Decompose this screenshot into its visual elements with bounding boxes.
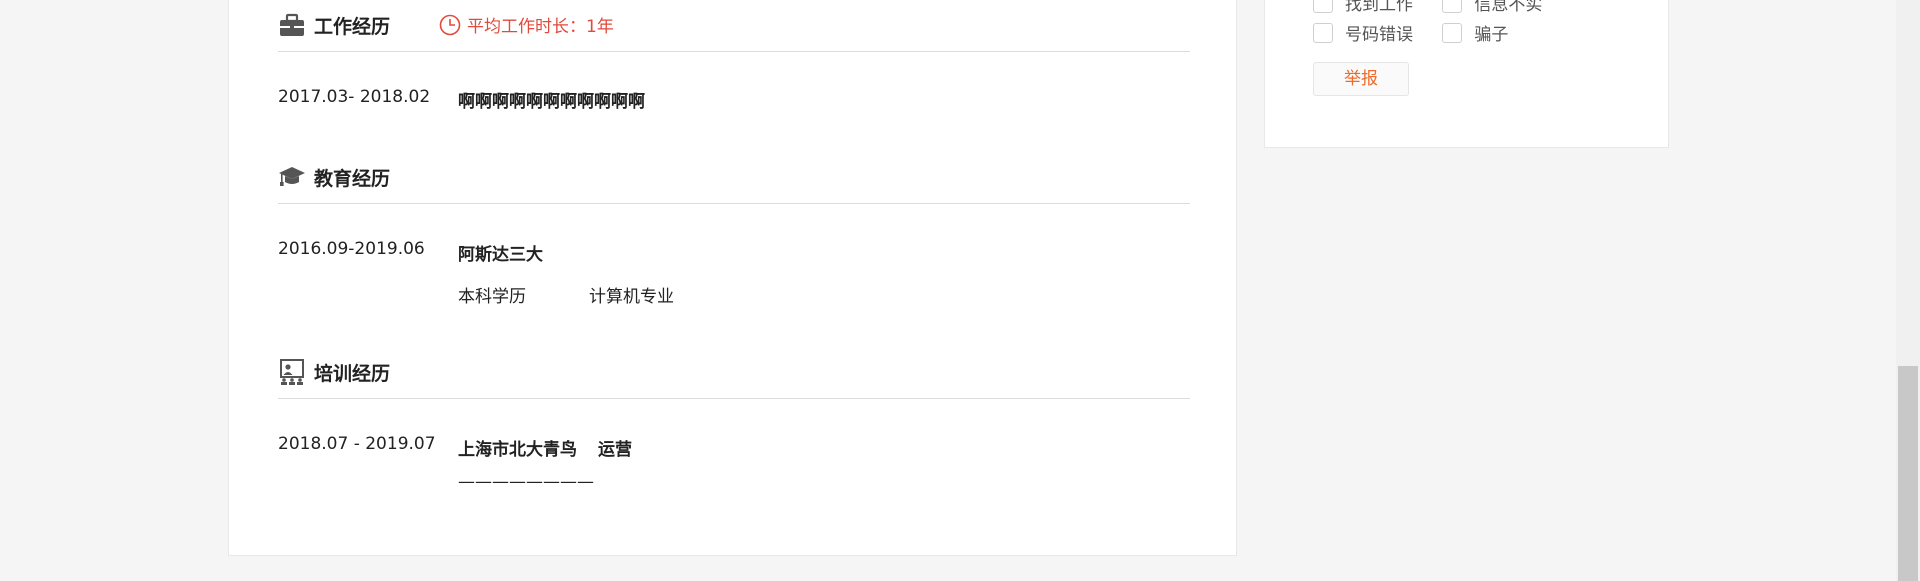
resume-card: 工作经历 平均工作时长：1年 2017.03- 2018.02 啊啊啊啊啊啊啊啊… (228, 0, 1237, 556)
work-section-title: 工作经历 (314, 16, 391, 38)
checkbox[interactable] (1313, 0, 1333, 13)
education-date: 2016.09-2019.06 (278, 239, 425, 259)
education-school: 阿斯达三大 (458, 245, 543, 265)
training-section-header: 培训经历 (278, 347, 1190, 399)
work-date: 2017.03- 2018.02 (278, 87, 431, 107)
work-company: 啊啊啊啊啊啊啊啊啊啊啊 (458, 92, 645, 112)
report-option-row-2: 号码错误 骗子 (1313, 20, 1508, 45)
report-option-row-1: 找到工作 信息不实 (1313, 0, 1542, 15)
training-section-title: 培训经历 (314, 363, 391, 385)
report-panel: 找到工作 信息不实 号码错误 骗子 举报 (1264, 0, 1669, 148)
scrollbar-thumb[interactable] (1898, 366, 1918, 581)
training-detail: ———————— (458, 472, 594, 492)
report-button[interactable]: 举报 (1313, 62, 1409, 96)
education-section-title: 教育经历 (314, 168, 391, 190)
report-option-found-job[interactable]: 找到工作 (1313, 0, 1437, 15)
report-option-false-info[interactable]: 信息不实 (1442, 0, 1542, 15)
education-degree: 本科学历 (458, 287, 526, 307)
checkbox[interactable] (1442, 0, 1463, 13)
report-option-scammer[interactable]: 骗子 (1442, 20, 1508, 45)
avg-work-duration: 平均工作时长：1年 (439, 12, 614, 41)
education-major: 计算机专业 (589, 287, 674, 307)
education-section-header: 教育经历 (278, 152, 1190, 204)
work-section-header: 工作经历 平均工作时长：1年 (278, 0, 1190, 52)
training-date: 2018.07 - 2019.07 (278, 434, 436, 454)
report-option-wrong-number[interactable]: 号码错误 (1313, 20, 1437, 45)
training-course: 运营 (598, 440, 632, 460)
training-org: 上海市北大青鸟 (458, 440, 577, 460)
briefcase-icon (278, 11, 306, 39)
checkbox[interactable] (1313, 22, 1333, 43)
avg-work-duration-text: 平均工作时长：1年 (467, 17, 614, 37)
clock-icon (439, 14, 461, 41)
graduation-cap-icon (278, 163, 306, 191)
checkbox[interactable] (1442, 22, 1463, 43)
presentation-icon (278, 358, 306, 386)
